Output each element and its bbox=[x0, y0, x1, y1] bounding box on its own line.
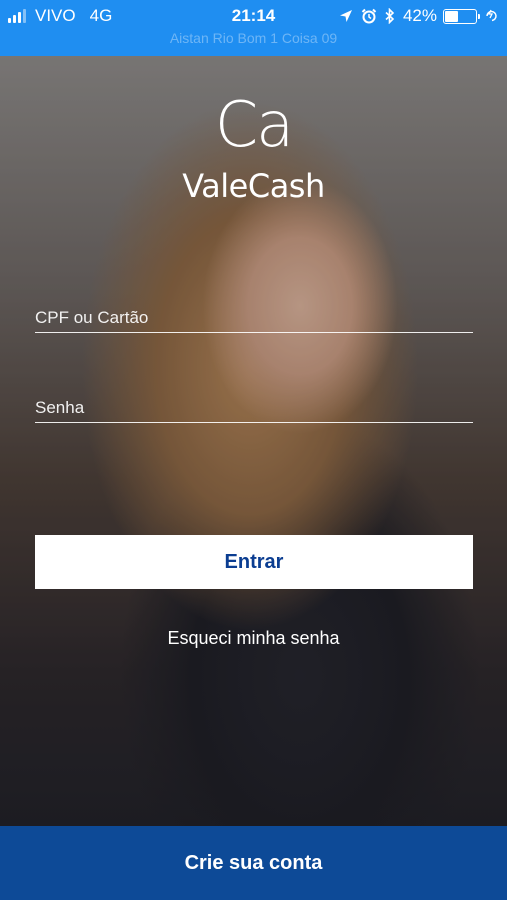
password-field bbox=[35, 393, 473, 423]
battery-percent: 42% bbox=[402, 6, 437, 25]
location-icon bbox=[339, 10, 352, 22]
battery-icon bbox=[443, 8, 480, 24]
logo-name: ValeCash bbox=[182, 167, 325, 205]
app-logo: Ca ValeCash bbox=[0, 92, 507, 206]
create-account-button[interactable]: Crie sua conta bbox=[0, 826, 507, 900]
charging-icon bbox=[486, 9, 497, 22]
cpf-field bbox=[35, 303, 473, 333]
cpf-input[interactable] bbox=[35, 303, 473, 332]
forgot-password-link[interactable]: Esqueci minha senha bbox=[0, 628, 507, 649]
bluetooth-icon bbox=[385, 8, 395, 24]
logo-mark: Ca bbox=[214, 88, 294, 161]
status-subtitle: Aistan Rio Bom 1 Coisa 09 bbox=[169, 30, 338, 46]
status-bar: VIVO 4G 21:14 42% Aistan Rio Bom 1 Coisa… bbox=[0, 0, 507, 56]
login-screen: VIVO 4G 21:14 42% Aistan Rio Bom 1 Coisa… bbox=[0, 0, 507, 900]
alarm-icon bbox=[361, 8, 377, 24]
password-input[interactable] bbox=[35, 393, 473, 422]
login-button[interactable]: Entrar bbox=[35, 535, 473, 589]
